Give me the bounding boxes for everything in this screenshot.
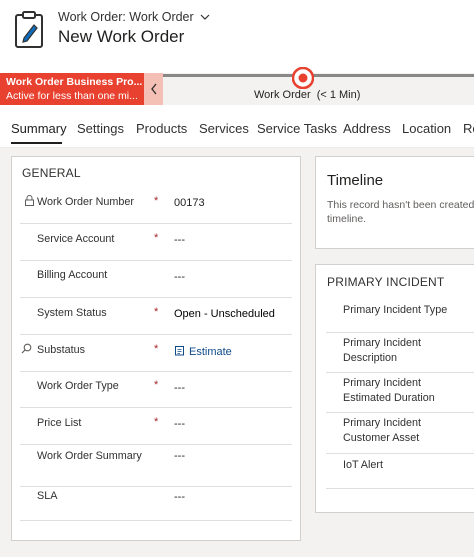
bpf-process-stage[interactable]: Work Order Business Pro... Active for le… — [0, 73, 144, 105]
field-primary-incident-type[interactable]: Primary Incident Type - — [326, 295, 474, 333]
business-process-flow: Work Order Business Pro... Active for le… — [0, 73, 474, 105]
substatus-value[interactable]: Estimate — [174, 345, 232, 358]
primary-incident-duration-label: Primary Incident Estimated Duration — [343, 377, 435, 404]
system-status-value[interactable]: Open - Unscheduled — [174, 308, 275, 320]
tab-related[interactable]: Re — [463, 121, 474, 136]
substatus-link-text[interactable]: Estimate — [189, 346, 232, 358]
billing-account-value[interactable]: --- — [174, 271, 185, 283]
field-price-list[interactable]: Price List * --- — [20, 408, 292, 445]
search-icon — [21, 343, 32, 354]
field-primary-incident-asset[interactable]: Primary Incident Customer Asset - — [326, 413, 474, 454]
work-order-number-value[interactable]: 00173 — [174, 197, 205, 209]
field-billing-account[interactable]: Billing Account --- — [20, 261, 292, 298]
iot-alert-label: IoT Alert — [343, 459, 384, 471]
field-work-order-type[interactable]: Work Order Type * --- — [20, 372, 292, 408]
bpf-progress-line — [163, 74, 474, 77]
field-iot-alert[interactable]: IoT Alert - — [326, 454, 474, 489]
field-service-account[interactable]: Service Account * --- — [20, 224, 292, 261]
general-section-title: GENERAL — [22, 166, 81, 180]
tab-address[interactable]: Address — [343, 121, 391, 136]
primary-incident-type-label: Primary Incident Type — [343, 304, 448, 316]
required-marker: * — [154, 232, 159, 244]
form-header: Work Order: Work Order New Work Order — [0, 0, 474, 70]
work-order-type-label: Work Order Type — [37, 380, 119, 392]
required-marker: * — [154, 379, 159, 391]
work-order-summary-label: Work Order Summary — [37, 450, 142, 462]
field-primary-incident-duration[interactable]: Primary Incident Estimated Duration - — [326, 373, 474, 413]
price-list-label: Price List — [37, 417, 82, 429]
service-account-value[interactable]: --- — [174, 234, 185, 246]
sla-value[interactable]: --- — [174, 491, 185, 503]
page-title: New Work Order — [58, 27, 185, 46]
service-account-label: Service Account — [37, 233, 115, 245]
timeline-empty-message: This record hasn't been created timeline… — [327, 199, 474, 225]
tab-location[interactable]: Location — [402, 121, 451, 136]
field-primary-incident-description[interactable]: Primary Incident Description - — [326, 333, 474, 373]
chevron-down-icon — [200, 14, 210, 20]
tab-settings[interactable]: Settings — [77, 121, 124, 136]
tab-products[interactable]: Products — [136, 121, 187, 136]
chevron-left-icon — [150, 83, 157, 95]
billing-account-label: Billing Account — [37, 269, 108, 281]
required-marker: * — [154, 416, 159, 428]
system-status-label: System Status — [37, 307, 107, 319]
primary-incident-asset-label: Primary Incident Customer Asset — [343, 417, 422, 444]
active-tab-indicator — [11, 142, 62, 144]
sla-label: SLA — [37, 490, 58, 502]
tab-service-tasks[interactable]: Service Tasks — [257, 121, 337, 136]
primary-incident-section: PRIMARY INCIDENT Primary Incident Type -… — [315, 264, 474, 513]
work-order-clipboard-icon — [15, 11, 43, 48]
required-marker: * — [154, 195, 159, 207]
bpf-stage-duration: (< 1 Min) — [316, 89, 361, 101]
price-list-value[interactable]: --- — [174, 418, 185, 430]
tab-summary[interactable]: Summary — [11, 121, 67, 136]
bpf-process-title: Work Order Business Pro... — [6, 76, 143, 88]
field-work-order-summary[interactable]: Work Order Summary --- — [20, 445, 292, 487]
form-selector-label: Work Order: Work Order — [58, 10, 194, 24]
timeline-section: Timeline This record hasn't been created… — [315, 156, 474, 249]
form-tabs: Summary Settings Products Services Servi… — [0, 116, 474, 146]
lock-icon — [25, 195, 34, 206]
required-marker: * — [154, 306, 159, 318]
timeline-title: Timeline — [327, 172, 384, 189]
bpf-stage-label[interactable]: Work Order (< 1 Min) — [254, 89, 360, 101]
field-work-order-number[interactable]: Work Order Number * 00173 — [20, 187, 292, 224]
primary-incident-description-label: Primary Incident Description — [343, 337, 422, 364]
bpf-collapse-button[interactable] — [144, 73, 163, 105]
field-substatus[interactable]: Substatus * Estimate — [20, 335, 292, 372]
primary-incident-title: PRIMARY INCIDENT — [327, 275, 445, 289]
work-order-summary-value[interactable]: --- — [174, 450, 185, 462]
recommended-marker: * — [154, 343, 159, 355]
work-order-number-label: Work Order Number — [37, 196, 134, 208]
form-selector[interactable]: Work Order: Work Order — [58, 10, 210, 24]
work-order-type-value[interactable]: --- — [174, 382, 185, 394]
bpf-process-status: Active for less than one mi... — [6, 90, 138, 102]
tab-services[interactable]: Services — [199, 121, 249, 136]
general-section: GENERAL Work Order Number * 00173 Servic… — [11, 156, 301, 541]
bpf-stage-name: Work Order — [254, 89, 311, 101]
bpf-active-stage-icon[interactable] — [292, 67, 314, 89]
substatus-label: Substatus — [37, 344, 86, 356]
field-sla[interactable]: SLA --- — [20, 487, 292, 521]
field-system-status[interactable]: System Status * Open - Unscheduled — [20, 298, 292, 335]
record-lookup-icon — [175, 346, 184, 356]
